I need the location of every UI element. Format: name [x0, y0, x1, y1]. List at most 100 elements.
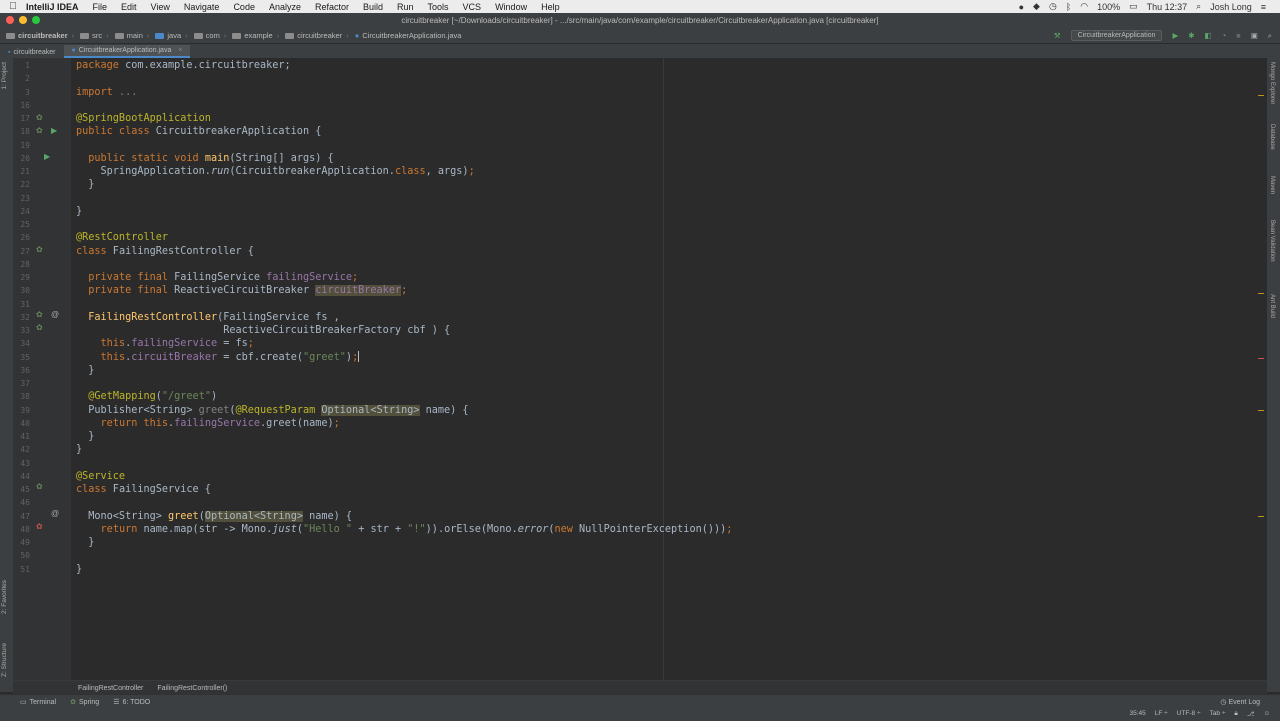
code-line[interactable]: @SpringBootApplication	[76, 112, 211, 125]
code-line[interactable]: private final ReactiveCircuitBreaker cir…	[76, 284, 407, 297]
code-line[interactable]: package com.example.circuitbreaker;	[76, 59, 291, 72]
line-number[interactable]: 44	[14, 470, 30, 483]
code-line[interactable]: FailingRestController(FailingService fs …	[76, 311, 339, 324]
code-line[interactable]: class FailingService {	[76, 483, 211, 496]
menu-code[interactable]: Code	[233, 2, 255, 12]
search-everywhere-icon[interactable]: ⌕	[1268, 31, 1272, 41]
notification-center-icon[interactable]: ≡	[1261, 2, 1266, 12]
line-number[interactable]: 25	[14, 218, 30, 231]
database-tool-button[interactable]: Database	[1269, 124, 1275, 150]
code-line[interactable]: Publisher<String> greet(@RequestParam Op…	[76, 404, 469, 417]
project-structure-icon[interactable]: ▣	[1251, 31, 1258, 40]
file-encoding[interactable]: UTF-8 ÷	[1177, 710, 1201, 718]
line-number[interactable]: 29	[14, 271, 30, 284]
run-icon[interactable]: ▶	[1172, 31, 1178, 40]
line-number[interactable]: 38	[14, 390, 30, 403]
line-number[interactable]: 45	[14, 483, 30, 496]
line-number[interactable]: 30	[14, 284, 30, 297]
line-number[interactable]: 19	[14, 139, 30, 152]
line-number[interactable]: 42	[14, 443, 30, 456]
line-number[interactable]: 28	[14, 258, 30, 271]
menu-view[interactable]: View	[151, 2, 170, 12]
code-line[interactable]: return name.map(str -> Mono.just("Hello …	[76, 523, 733, 536]
line-number[interactable]: 51	[14, 563, 30, 576]
close-window-button[interactable]	[6, 16, 14, 24]
app-menu[interactable]: IntelliJ IDEA	[26, 2, 79, 12]
build-hammer-icon[interactable]: ⚒	[1054, 31, 1061, 40]
spring-bean-icon[interactable]: ✿	[36, 480, 43, 493]
warning-marker[interactable]	[1258, 95, 1264, 96]
line-number[interactable]: 47	[14, 510, 30, 523]
menu-run[interactable]: Run	[397, 2, 414, 12]
code-line[interactable]: }	[76, 178, 94, 191]
terminal-tool-button[interactable]: ▭ Terminal	[20, 698, 56, 707]
timer-icon[interactable]: ◷	[1049, 1, 1057, 12]
menu-navigate[interactable]: Navigate	[184, 2, 220, 12]
run-gutter-icon[interactable]: ▶	[51, 124, 57, 137]
spring-bean-icon[interactable]: ✿	[36, 111, 43, 124]
coverage-icon[interactable]: ◧	[1205, 31, 1212, 40]
bean-validation-tool-button[interactable]: Bean Validation	[1269, 220, 1275, 262]
code-line[interactable]: return this.failingService.greet(name);	[76, 417, 340, 430]
line-number[interactable]: 49	[14, 536, 30, 549]
code-line[interactable]: this.failingService = fs;	[76, 337, 254, 350]
line-number[interactable]: 34	[14, 337, 30, 350]
code-line[interactable]: @Service	[76, 470, 125, 483]
crumb-project[interactable]: circuitbreaker ›	[6, 31, 74, 40]
menu-build[interactable]: Build	[363, 2, 383, 12]
tab-project[interactable]: ▪ circuitbreaker	[0, 47, 64, 58]
git-icon[interactable]: ⎇	[1247, 710, 1255, 718]
crumb-circuitbreaker[interactable]: circuitbreaker ›	[285, 31, 349, 40]
code-line[interactable]: }	[76, 443, 82, 456]
apple-icon[interactable]: 	[0, 1, 26, 12]
maven-tool-button[interactable]: Maven	[1269, 176, 1275, 194]
line-number[interactable]: 46	[14, 496, 30, 509]
line-number[interactable]: 21	[14, 165, 30, 178]
breadcrumb-method[interactable]: FailingRestController()	[157, 685, 227, 692]
dropbox-icon[interactable]: ◆	[1033, 1, 1040, 12]
line-number[interactable]: 32	[14, 311, 30, 324]
line-separator[interactable]: LF ÷	[1155, 710, 1168, 718]
code-line[interactable]: class FailingRestController {	[76, 245, 254, 258]
crumb-example[interactable]: example ›	[232, 31, 279, 40]
override-at-icon[interactable]: @	[51, 507, 59, 520]
spring-bean-icon[interactable]: ✿	[36, 321, 43, 334]
line-number[interactable]: 31	[14, 298, 30, 311]
line-number[interactable]: 18	[14, 125, 30, 138]
menu-refactor[interactable]: Refactor	[315, 2, 349, 12]
favorites-tool-button[interactable]: 2: Favorites	[1, 580, 8, 614]
battery-percent[interactable]: 100%	[1097, 2, 1120, 12]
line-number[interactable]: 22	[14, 178, 30, 191]
code-line[interactable]: }	[76, 205, 82, 218]
code-line[interactable]: public class CircuitbreakerApplication {	[76, 125, 321, 138]
code-line[interactable]: Mono<String> greet(Optional<String> name…	[76, 510, 352, 523]
menu-analyze[interactable]: Analyze	[269, 2, 301, 12]
crumb-main[interactable]: main ›	[114, 31, 149, 40]
lock-icon[interactable]: 🔒︎	[1234, 710, 1237, 718]
spring-bean-icon[interactable]: ✿	[36, 124, 43, 137]
line-number[interactable]: 24	[14, 205, 30, 218]
crumb-com[interactable]: com ›	[193, 31, 226, 40]
inspector-icon[interactable]: ☺	[1263, 710, 1270, 718]
code-line[interactable]: }	[76, 536, 94, 549]
spring-bean-icon[interactable]: ✿	[36, 243, 43, 256]
code-line[interactable]: @GetMapping("/greet")	[76, 390, 217, 403]
code-line[interactable]: private final FailingService failingServ…	[76, 271, 358, 284]
error-gutter-icon[interactable]: ✿	[36, 520, 43, 533]
code-line[interactable]: }	[76, 563, 82, 576]
code-line[interactable]: @RestController	[76, 231, 168, 244]
record-icon[interactable]: ●	[1019, 2, 1024, 12]
code-line[interactable]: }	[76, 430, 94, 443]
line-number[interactable]: 36	[14, 364, 30, 377]
spotlight-icon[interactable]: ⌕	[1196, 1, 1201, 12]
line-number[interactable]: 1	[14, 59, 30, 72]
close-tab-icon[interactable]: ×	[178, 47, 182, 54]
user-name[interactable]: Josh Long	[1210, 2, 1252, 12]
line-number[interactable]: 2	[14, 72, 30, 85]
ant-build-tool-button[interactable]: Ant Build	[1269, 294, 1275, 318]
minimize-window-button[interactable]	[19, 16, 27, 24]
line-number[interactable]: 33	[14, 324, 30, 337]
line-number[interactable]: 37	[14, 377, 30, 390]
spring-tool-button[interactable]: ✿ Spring	[70, 698, 99, 707]
autowire-at-icon[interactable]: @	[51, 308, 59, 321]
